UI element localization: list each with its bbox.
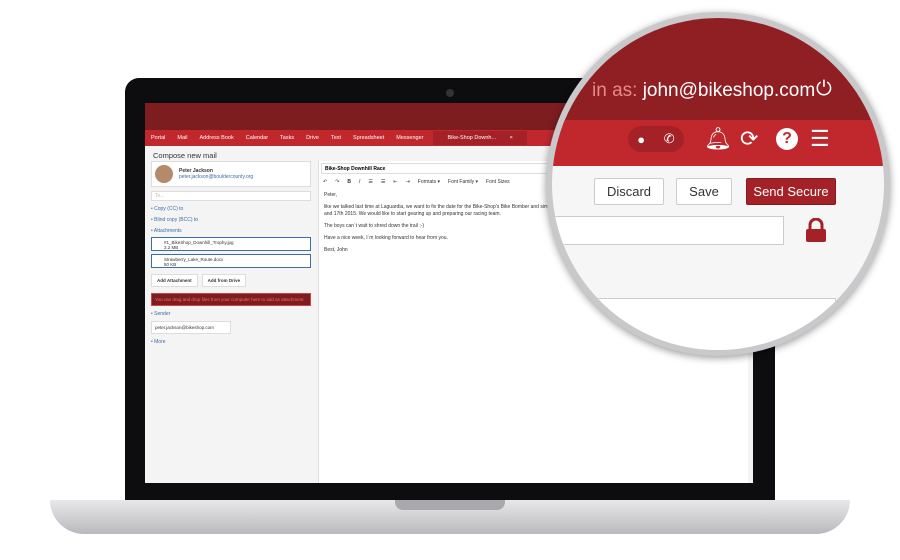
- tab-label: Bike-Shop Downh...: [447, 135, 497, 141]
- phone-icon[interactable]: ✆: [664, 131, 675, 147]
- attachment-size: 50 KB: [164, 262, 177, 267]
- lock-icon: [806, 218, 826, 242]
- formats-dropdown[interactable]: Formats ▾: [418, 179, 440, 185]
- outdent-icon[interactable]: ⇤: [393, 179, 397, 185]
- power-icon[interactable]: ⏻: [816, 78, 832, 101]
- nav-mail[interactable]: Mail: [171, 135, 193, 141]
- send-secure-button[interactable]: Send Secure: [746, 178, 836, 205]
- menu-icon[interactable]: ☰: [810, 126, 830, 152]
- login-info: in as: john@bikeshop.com: [592, 80, 815, 102]
- close-tab-icon[interactable]: ×: [504, 135, 519, 141]
- sender-toggle[interactable]: • Sender: [151, 311, 311, 317]
- nav-spreadsheet[interactable]: Spreadsheet: [347, 135, 390, 141]
- add-from-drive-button[interactable]: Add from Drive: [201, 274, 247, 287]
- save-button[interactable]: Save: [676, 178, 732, 205]
- from-card: Peter Jackson peter.jackson@bouldercounty…: [151, 161, 311, 187]
- laptop-notch: [395, 500, 505, 510]
- help-icon[interactable]: ?: [776, 128, 798, 150]
- undo-icon[interactable]: ↶: [323, 179, 327, 185]
- user-icon[interactable]: ●: [637, 132, 645, 147]
- cc-link[interactable]: • Copy (CC) to: [151, 206, 311, 212]
- bcc-link[interactable]: • Blind copy (BCC) to: [151, 217, 311, 223]
- nav-tasks[interactable]: Tasks: [274, 135, 300, 141]
- italic-icon[interactable]: I: [359, 179, 360, 185]
- nav-calendar[interactable]: Calendar: [240, 135, 274, 141]
- zoom-header: [552, 18, 884, 126]
- body-field-zoomed[interactable]: [552, 298, 836, 350]
- nav-text[interactable]: Text: [325, 135, 347, 141]
- attachments-toggle[interactable]: • Attachments: [151, 228, 311, 234]
- indent-icon[interactable]: ⇥: [406, 179, 410, 185]
- camera: [446, 89, 454, 97]
- bold-icon[interactable]: B: [347, 179, 351, 185]
- more-link[interactable]: • More: [151, 339, 311, 345]
- attachment-item: #1_BikeShop_Downhill_Trophy.jpg 3.2 MB: [151, 237, 311, 251]
- sender-select[interactable]: peter.jackson@bikeshop.com: [151, 321, 231, 334]
- avatar: [155, 165, 173, 183]
- redo-icon[interactable]: ↷: [335, 179, 339, 185]
- login-prefix: in as:: [592, 80, 638, 101]
- login-email: john@bikeshop.com: [642, 80, 816, 101]
- nav-address-book[interactable]: Address Book: [193, 135, 239, 141]
- font-family-dropdown[interactable]: Font Family ▾: [448, 179, 478, 185]
- font-sizes-dropdown[interactable]: Font Sizes: [486, 179, 510, 185]
- tab-compose[interactable]: Bike-Shop Downh... ×: [433, 131, 527, 145]
- bell-icon[interactable]: 🔔︎: [704, 126, 732, 152]
- to-input[interactable]: [151, 191, 311, 201]
- discard-button[interactable]: Discard: [594, 178, 664, 205]
- refresh-icon[interactable]: ⟳: [740, 126, 758, 152]
- add-attachment-button[interactable]: Add Attachment: [151, 274, 198, 287]
- magnifier: in as: john@bikeshop.com ⏻ ● ✆ 🔔︎ ⟳ ? ☰ D…: [546, 12, 890, 356]
- subject-field-zoomed[interactable]: [552, 216, 784, 245]
- nav-messenger[interactable]: Messenger: [390, 135, 429, 141]
- compose-sidebar: Peter Jackson peter.jackson@bouldercounty…: [151, 161, 311, 345]
- nav-drive[interactable]: Drive: [300, 135, 325, 141]
- from-email: peter.jackson@bouldercounty.org: [179, 174, 254, 180]
- nav-portal[interactable]: Portal: [145, 135, 171, 141]
- number-list-icon[interactable]: ☰: [381, 179, 385, 185]
- bullet-list-icon[interactable]: ☰: [368, 179, 372, 185]
- drop-hint[interactable]: You can drag and drop files from your co…: [151, 293, 311, 306]
- contacts-pill[interactable]: ● ✆: [628, 126, 684, 152]
- attachment-size: 3.2 MB: [164, 245, 179, 250]
- attachment-item: Strawberry_Lake_Route.docx 50 KB: [151, 254, 311, 268]
